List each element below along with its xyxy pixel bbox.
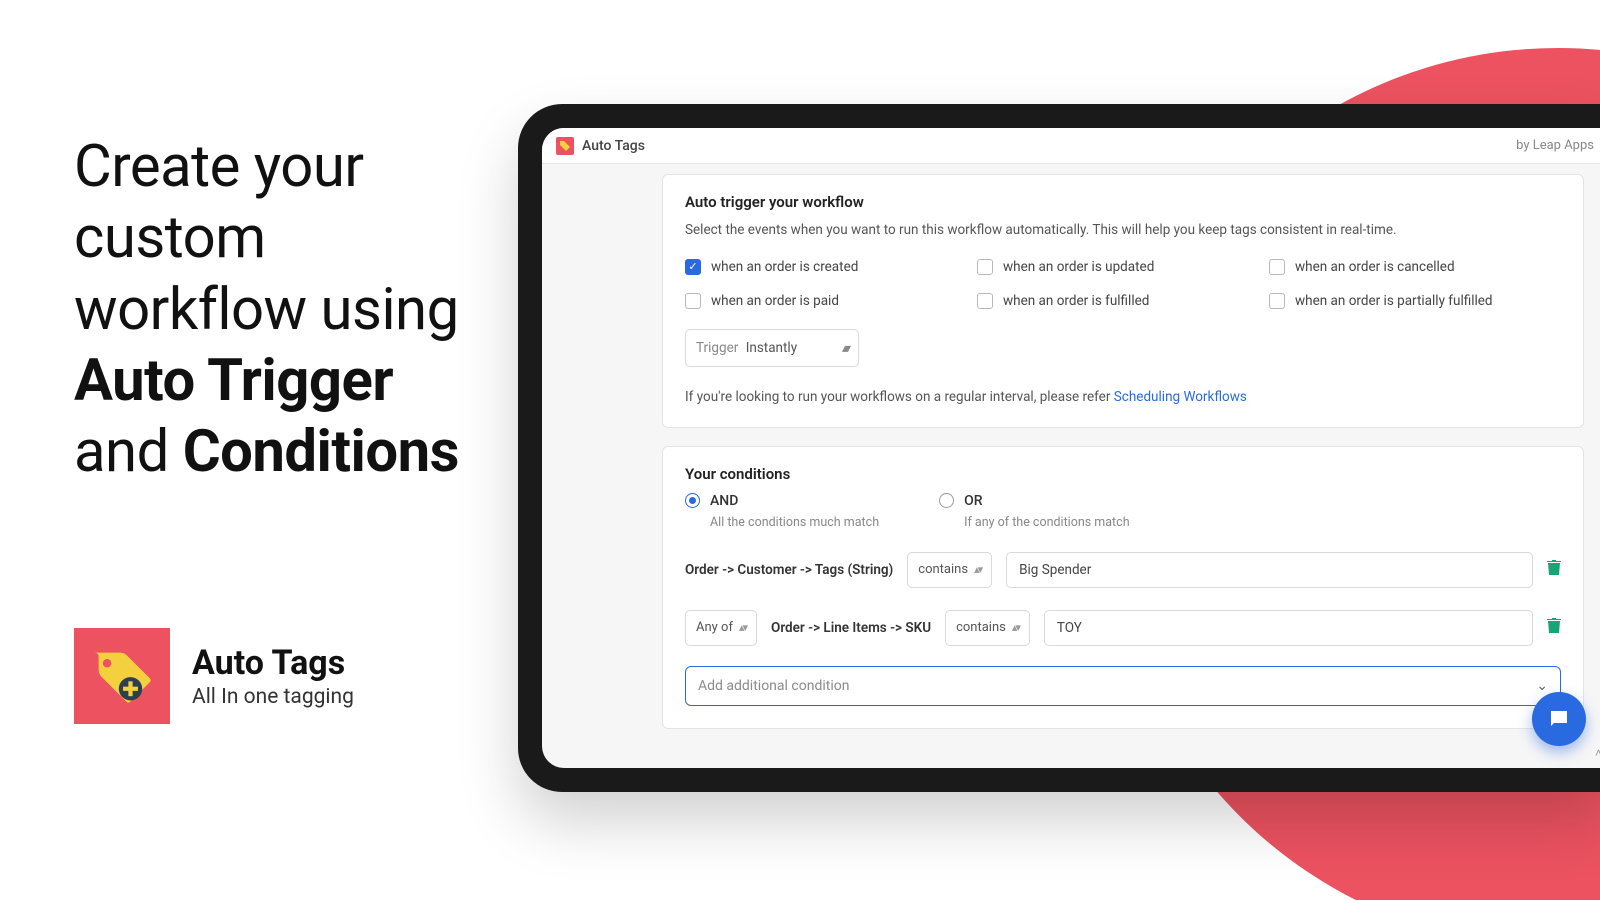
logic-or-label: OR [964,493,982,509]
headline-line: and [74,418,183,486]
trigger-event-checkbox[interactable]: when an order is fulfilled [977,293,1269,309]
app-logo [74,628,170,724]
checkbox-icon [977,259,993,275]
headline-line: custom [74,204,266,272]
marketing-headline-block: Create your custom workflow using Auto T… [74,132,474,489]
chevron-updown-icon: ▴▾ [974,563,981,576]
radio-off-icon [939,493,954,508]
tag-icon [88,642,156,710]
tablet-frame: Auto Tags by Leap Apps Auto trigger your… [518,104,1600,792]
headline-strong: Conditions [183,418,459,486]
headline-line: workflow using [74,276,459,344]
trigger-event-label: when an order is cancelled [1295,259,1455,275]
card-description: Select the events when you want to run t… [685,221,1561,241]
delete-rule-button[interactable] [1547,618,1561,638]
chevron-updown-icon: ▴▾ [842,341,848,355]
trigger-event-label: when an order is created [711,259,858,275]
trigger-event-label: when an order is updated [1003,259,1154,275]
trigger-event-label: when an order is partially fulfilled [1295,293,1493,309]
scheduling-hint: If you're looking to run your workflows … [685,389,1561,405]
trash-icon [1547,560,1561,576]
add-condition-input[interactable]: Add additional condition ⌄ [685,666,1561,706]
condition-row: Order -> Customer -> Tags (String) contai… [685,552,1561,588]
app-header: Auto Tags by Leap Apps [542,128,1600,164]
radio-on-icon [685,493,700,508]
chevron-updown-icon: ▴▾ [739,621,746,634]
scroll-indicator-icon: ˄ [1595,746,1600,760]
logic-and-option[interactable]: AND All the conditions much match [685,493,879,530]
select-value: Any of [696,620,733,635]
scheduling-workflows-link[interactable]: Scheduling Workflows [1114,389,1247,405]
logic-or-option[interactable]: OR If any of the conditions match [939,493,1130,530]
app-screen: Auto Tags by Leap Apps Auto trigger your… [542,128,1600,768]
auto-trigger-card: Auto trigger your workflow Select the ev… [662,174,1584,428]
rule-value-input[interactable]: Big Spender [1006,552,1533,588]
rule-field-label: Order -> Customer -> Tags (String) [685,562,893,578]
brand-subtitle: All In one tagging [192,685,354,709]
brand-title: Auto Tags [192,643,354,683]
rule-field-label: Order -> Line Items -> SKU [771,620,931,636]
trigger-event-label: when an order is fulfilled [1003,293,1149,309]
trigger-event-checkbox[interactable]: when an order is cancelled [1269,259,1561,275]
conditions-card: Your conditions AND All the conditions m… [662,446,1584,729]
app-name: Auto Tags [582,138,645,154]
condition-row: Any of ▴▾ Order -> Line Items -> SKU contai… [685,610,1561,646]
add-condition-placeholder: Add additional condition [698,678,849,694]
brand-block: Auto Tags All In one tagging [74,628,354,724]
hint-text: If you're looking to run your workflows … [685,389,1114,405]
trigger-event-checkbox[interactable]: when an order is created [685,259,977,275]
headline-line: Create your [74,133,364,201]
trigger-event-checkbox[interactable]: when an order is paid [685,293,977,309]
delete-rule-button[interactable] [1547,560,1561,580]
select-prefix: Trigger [696,340,738,356]
trigger-event-label: when an order is paid [711,293,839,309]
select-value: Instantly [746,340,797,356]
trash-icon [1547,618,1561,634]
chevron-down-icon: ⌄ [1536,678,1548,694]
app-byline: by Leap Apps [1516,138,1594,153]
logic-and-label: AND [710,493,738,509]
checkbox-icon [977,293,993,309]
help-chat-button[interactable] [1532,692,1586,746]
logic-or-sub: If any of the conditions match [964,515,1130,530]
headline-strong: Auto Trigger [74,347,393,415]
select-value: contains [956,620,1006,635]
card-title: Auto trigger your workflow [685,193,1561,211]
chat-icon [1547,707,1571,731]
checkbox-icon [1269,293,1285,309]
checkbox-checked-icon [685,259,701,275]
rule-operator-select[interactable]: contains ▴▾ [945,610,1030,646]
card-title: Your conditions [685,465,1561,483]
select-value: contains [918,562,968,577]
checkbox-icon [1269,259,1285,275]
chevron-updown-icon: ▴▾ [1012,621,1019,634]
trigger-event-checkbox[interactable]: when an order is partially fulfilled [1269,293,1561,309]
trigger-timing-select[interactable]: Trigger Instantly ▴▾ [685,329,859,367]
rule-scope-select[interactable]: Any of ▴▾ [685,610,757,646]
app-logo-small-icon [556,137,574,155]
logic-and-sub: All the conditions much match [710,515,879,530]
rule-value-input[interactable]: TOY [1044,610,1533,646]
checkbox-icon [685,293,701,309]
trigger-event-checkbox[interactable]: when an order is updated [977,259,1269,275]
rule-operator-select[interactable]: contains ▴▾ [907,552,992,588]
